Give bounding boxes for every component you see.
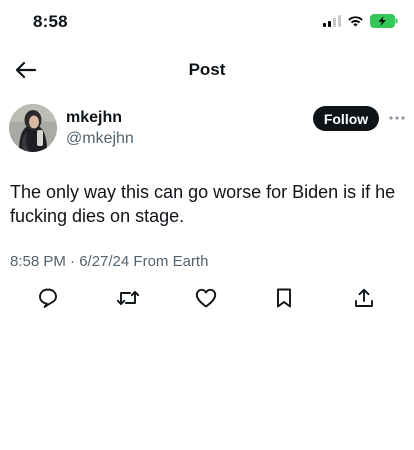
heart-icon	[195, 288, 217, 308]
author-display-name[interactable]: mkejhn	[66, 109, 122, 127]
follow-button[interactable]: Follow	[313, 106, 379, 131]
post-timestamp[interactable]: 8:58 PM · 6/27/24 From Earth	[10, 253, 208, 270]
reply-bubble-icon	[39, 288, 57, 308]
status-icons	[323, 14, 398, 28]
bookmark-button[interactable]	[270, 284, 298, 312]
share-icon	[355, 288, 373, 307]
post-action-bar	[0, 284, 414, 312]
bookmark-icon	[277, 288, 291, 308]
top-nav-bar: Post	[0, 46, 414, 94]
post-text: The only way this can go worse for Biden…	[10, 182, 396, 226]
status-bar: 8:58	[0, 0, 414, 46]
author-handle[interactable]: @mkejhn	[66, 130, 134, 148]
repost-button[interactable]	[114, 284, 142, 312]
battery-charging-icon	[370, 14, 398, 28]
repost-icon	[116, 291, 140, 305]
status-time: 8:58	[33, 12, 68, 31]
more-horizontal-icon	[389, 116, 405, 120]
cellular-signal-icon	[323, 15, 341, 27]
wifi-icon	[348, 16, 363, 27]
more-options-button[interactable]	[386, 108, 408, 128]
reply-button[interactable]	[34, 284, 62, 312]
page-title: Post	[188, 60, 226, 79]
post-author: mkejhn @mkejhn Follow	[0, 100, 414, 156]
avatar[interactable]	[9, 104, 57, 152]
like-button[interactable]	[192, 284, 220, 312]
share-button[interactable]	[350, 284, 378, 312]
